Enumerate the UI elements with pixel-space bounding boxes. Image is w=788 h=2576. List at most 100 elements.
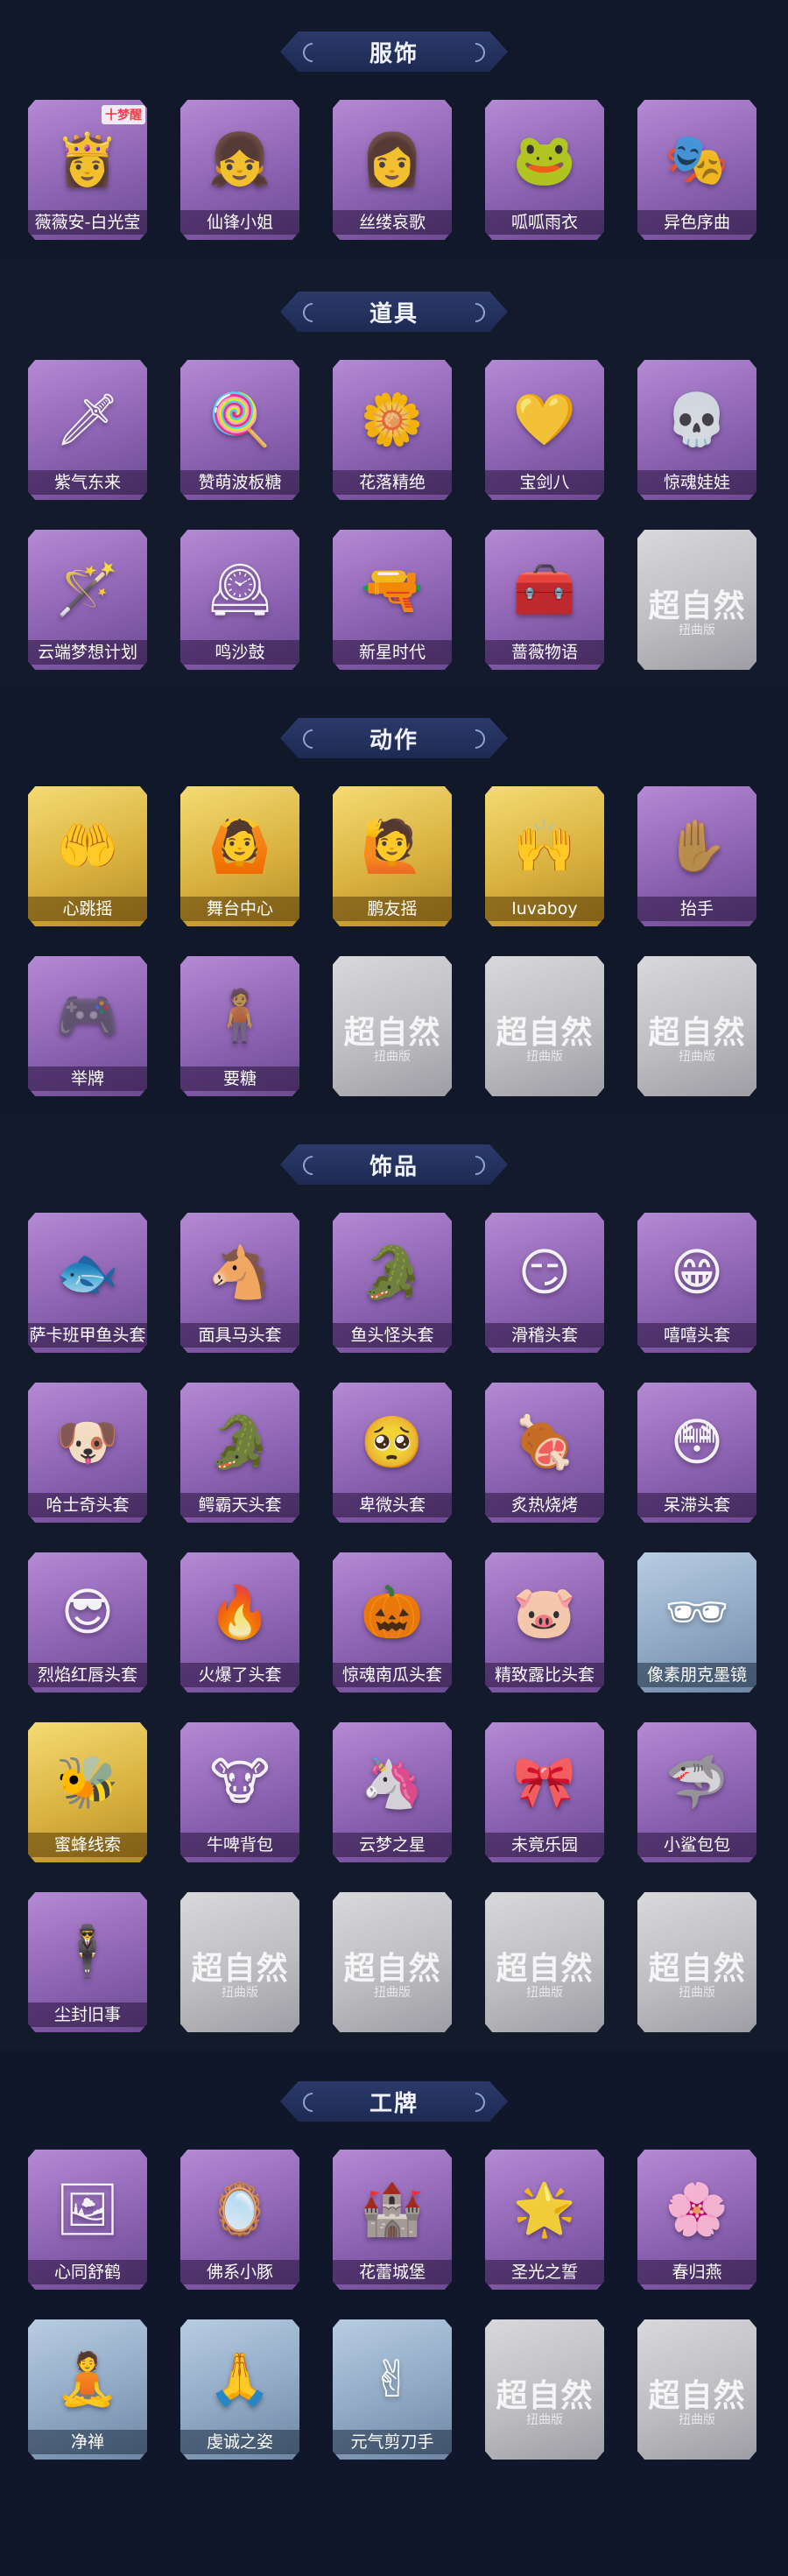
item-card[interactable]: 🍖 炙热烧烤 (485, 1383, 604, 1523)
item-name: 鸣沙鼓 (180, 640, 299, 665)
item-card[interactable]: 💀 惊魂娃娃 (637, 360, 756, 500)
item-card[interactable]: 🦈 小鲨包包 (637, 1722, 756, 1862)
item-name: 抬手 (637, 897, 756, 921)
placeholder-card: 超自然 扭曲版 (637, 956, 756, 1096)
item-name: 呆滞头套 (637, 1493, 756, 1517)
item-card[interactable]: 👩 丝缕哀歌 (333, 100, 452, 240)
section-banner: 动作 (280, 718, 508, 758)
section-title: 道具 (369, 300, 419, 327)
item-card[interactable]: 🙋 鹏友摇 (333, 786, 452, 926)
pikachu-head-icon: 😎 (60, 1582, 115, 1642)
item-card[interactable]: 🎮 举牌 (28, 956, 147, 1096)
item-name: 薇薇安-白光莹 (28, 210, 147, 235)
item-card[interactable]: 🎭 异色序曲 (637, 100, 756, 240)
mirror-frame-icon: 🪞 (208, 2179, 272, 2239)
item-name: 牛啤背包 (180, 1833, 299, 1857)
item-card[interactable]: 🎃 惊魂南瓜头套 (333, 1552, 452, 1693)
grin-face-icon: 😁 (670, 1242, 724, 1302)
item-card[interactable]: 🐝 蜜蜂线索 (28, 1722, 147, 1862)
item-card[interactable]: 🪞 佛系小豚 (180, 2150, 299, 2290)
item-name: 蔷薇物语 (485, 640, 604, 665)
item-name: 春归燕 (637, 2260, 756, 2284)
item-card[interactable]: 🤲 心跳摇 (28, 786, 147, 926)
item-card[interactable]: 🐸 呱呱雨衣 (485, 100, 604, 240)
swirl-ornament-icon (299, 725, 327, 753)
item-card[interactable]: ✌ 元气剪刀手 (333, 2319, 452, 2460)
item-card[interactable]: 🕰 鸣沙鼓 (180, 530, 299, 670)
item-card[interactable]: 🦄 云梦之星 (333, 1722, 452, 1862)
ornate-clock-icon: 🕰 (208, 560, 272, 619)
placeholder-card: 超自然 扭曲版 (485, 956, 604, 1096)
item-card[interactable]: 🐟 萨卡班甲鱼头套 (28, 1213, 147, 1353)
item-card[interactable]: 🕴 尘封旧事 (28, 1892, 147, 2032)
item-card[interactable]: 🗡 紫气东来 (28, 360, 147, 500)
item-card[interactable]: 🙌 luvaboy (485, 786, 604, 926)
item-card[interactable]: 🔥 火爆了头套 (180, 1552, 299, 1693)
item-card[interactable]: 🐊 鳄霸天头套 (180, 1383, 299, 1523)
flower-chain-icon: 🌼 (360, 390, 425, 449)
pixel-sunglasses-icon: 🕶 (665, 1582, 729, 1642)
heart-shield-icon: 💛 (512, 390, 577, 449)
item-card[interactable]: 🌼 花落精绝 (333, 360, 452, 500)
item-name: 鳄霸天头套 (180, 1493, 299, 1517)
item-card[interactable]: 🥺 卑微头套 (333, 1383, 452, 1523)
item-name: 萨卡班甲鱼头套 (28, 1323, 147, 1348)
item-name: 丝缕哀歌 (333, 210, 452, 235)
item-card[interactable]: 🖼 心同舒鹤 (28, 2150, 147, 2290)
item-card[interactable]: 🕶 像素朋克墨镜 (637, 1552, 756, 1693)
item-card[interactable]: 🌟 圣光之誓 (485, 2150, 604, 2290)
item-name: 元气剪刀手 (333, 2430, 452, 2454)
item-name: 鹏友摇 (333, 897, 452, 921)
item-card[interactable]: 🙆 舞台中心 (180, 786, 299, 926)
item-card[interactable]: 💛 宝剑八 (485, 360, 604, 500)
item-card[interactable]: 😎 烈焰红唇头套 (28, 1552, 147, 1693)
placeholder-subtitle: 扭曲版 (374, 1050, 411, 1064)
item-card[interactable]: 🧰 蔷薇物语 (485, 530, 604, 670)
placeholder-card: 超自然 扭曲版 (333, 956, 452, 1096)
swirl-ornament-icon (461, 725, 489, 753)
section-badges: 工牌 🖼 心同舒鹤 🪞 佛系小豚 🏰 花蕾城堡 🌟 圣光之誓 🌸 春归燕 🧘 净… (0, 2050, 788, 2576)
item-card[interactable]: 🐮 牛啤背包 (180, 1722, 299, 1862)
placeholder-logo: 超自然 (496, 1950, 594, 1987)
section-emotes: 动作 🤲 心跳摇 🙆 舞台中心 🙋 鹏友摇 🙌 luvaboy ✋ 抬手 🎮 举… (0, 686, 788, 1113)
item-card[interactable]: 🏰 花蕾城堡 (333, 2150, 452, 2290)
item-name: 紫气东来 (28, 470, 147, 495)
item-card[interactable]: 😏 滑稽头套 (485, 1213, 604, 1353)
pink-card-icon: 🌸 (665, 2179, 729, 2239)
portrait-doll-icon: 👩 (360, 130, 425, 189)
item-name: 鱼头怪头套 (333, 1323, 452, 1348)
item-card[interactable]: 🧍 要糖 (180, 956, 299, 1096)
item-card[interactable]: 😁 嘻嘻头套 (637, 1213, 756, 1353)
item-card[interactable]: ✋ 抬手 (637, 786, 756, 926)
pink-beaver-icon: 🐷 (512, 1582, 577, 1642)
swirl-ornament-icon (461, 2088, 489, 2116)
husky-head-icon: 🐶 (55, 1412, 120, 1472)
item-card[interactable]: 🌸 春归燕 (637, 2150, 756, 2290)
lollipop-icon: 🍭 (208, 390, 272, 449)
item-card[interactable]: 🔫 新星时代 (333, 530, 452, 670)
placeholder-subtitle: 扭曲版 (679, 2413, 715, 2427)
item-card[interactable]: 十梦醒 👸 薇薇安-白光莹 (28, 100, 147, 240)
item-card[interactable]: 🍭 赞萌波板糖 (180, 360, 299, 500)
item-card[interactable]: 😳 呆滞头套 (637, 1383, 756, 1523)
item-card[interactable]: 🐴 面具马头套 (180, 1213, 299, 1353)
item-name: 尘封旧事 (28, 2002, 147, 2027)
item-name: 未竟乐园 (485, 1833, 604, 1857)
placeholder-subtitle: 扭曲版 (526, 1050, 563, 1064)
swirl-ornament-icon (299, 299, 327, 327)
unicorn-cloud-icon: 🦄 (360, 1752, 425, 1812)
item-card[interactable]: 🪄 云端梦想计划 (28, 530, 147, 670)
item-card[interactable]: 🐷 精致露比头套 (485, 1552, 604, 1693)
item-card[interactable]: 🐊 鱼头怪头套 (333, 1213, 452, 1353)
item-card[interactable]: 👧 仙锋小姐 (180, 100, 299, 240)
section-accessories: 饰品 🐟 萨卡班甲鱼头套 🐴 面具马头套 🐊 鱼头怪头套 😏 滑稽头套 😁 嘻嘻… (0, 1113, 788, 2050)
item-card[interactable]: 🧘 净禅 (28, 2319, 147, 2460)
item-card[interactable]: 🙏 虔诚之姿 (180, 2319, 299, 2460)
item-name: 惊魂南瓜头套 (333, 1663, 452, 1687)
item-name: 净禅 (28, 2430, 147, 2454)
cheer-pose-icon: 🙌 (512, 816, 577, 876)
item-card[interactable]: 🎀 未竟乐园 (485, 1722, 604, 1862)
item-card[interactable]: 🐶 哈士奇头套 (28, 1383, 147, 1523)
placeholder-card: 超自然 扭曲版 (333, 1892, 452, 2032)
item-name: 炙热烧烤 (485, 1493, 604, 1517)
